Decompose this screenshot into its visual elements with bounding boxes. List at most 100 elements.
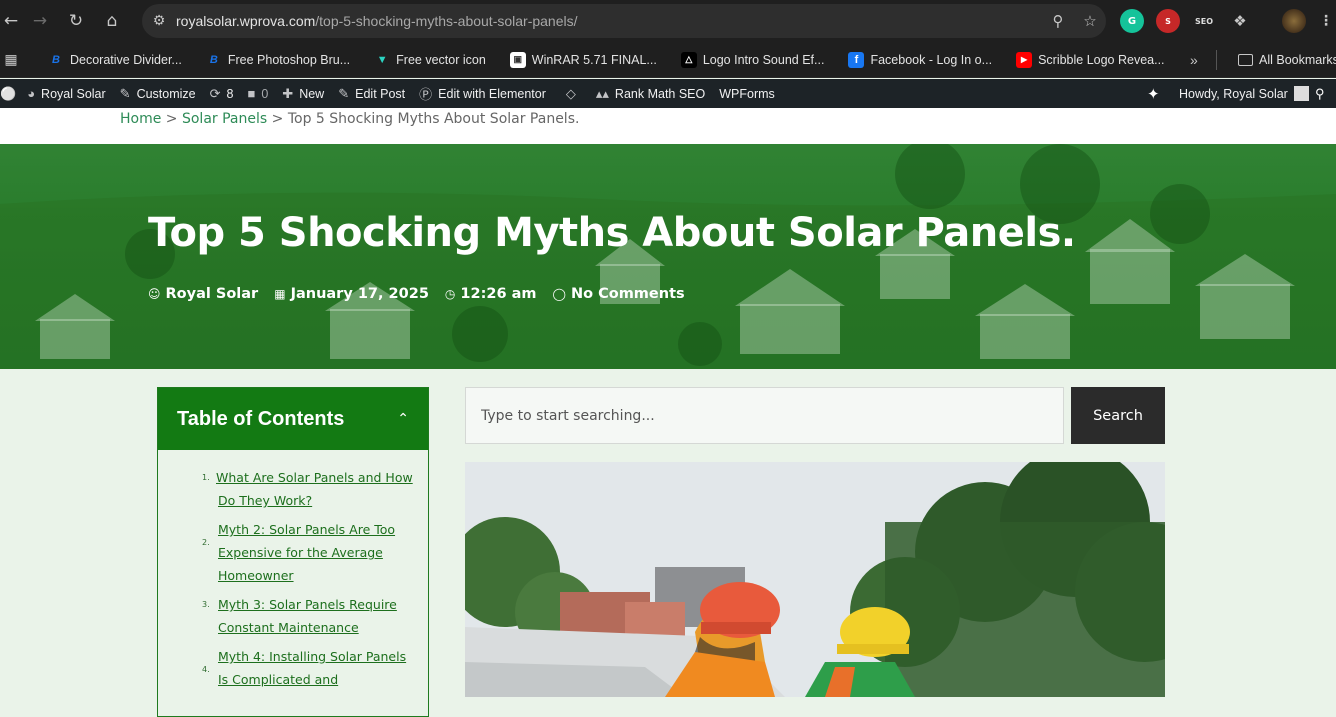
chevron-up-icon[interactable]: ⌃ <box>397 411 409 427</box>
post-meta: ☺ Royal Solar ▦ January 17, 2025 ◷ 12:26 am… <box>148 286 701 302</box>
wp-admin-bar: ⚪ ◕ Royal Solar ✎ Customize ⟳ 8 ■ 0 ✚ New ✎ Ed… <box>0 79 1336 108</box>
zoom-icon[interactable]: ⚲ <box>1042 12 1074 30</box>
user-avatar <box>1293 86 1309 101</box>
updates-icon: ⟳ <box>209 85 221 101</box>
comment-icon: ◯ <box>552 287 566 301</box>
bookmark-item[interactable]: ▶ Scribble Logo Revea... <box>1016 51 1165 68</box>
home-icon[interactable]: ⌂ <box>94 3 130 39</box>
breadcrumb-category[interactable]: Solar Panels <box>182 111 267 127</box>
toc-item: 1. What Are Solar Panels and How Do They … <box>202 470 413 508</box>
star-icon[interactable]: ☆ <box>1074 12 1106 30</box>
admin-howdy[interactable]: Howdy, Royal Solar <box>1172 79 1316 108</box>
toc-link[interactable]: Myth 2: Solar Panels Are Too Expensive f… <box>218 522 395 583</box>
featured-image <box>465 462 1165 697</box>
breadcrumb-separator: > <box>271 111 284 127</box>
bookmark-item[interactable]: ▣ WinRAR 5.71 FINAL... <box>509 51 657 68</box>
admin-wpforms[interactable]: WPForms <box>712 79 782 108</box>
back-icon[interactable]: ← <box>0 3 22 39</box>
youtube-icon: ▶ <box>1016 51 1033 68</box>
comment-icon: ■ <box>247 86 256 101</box>
url-text[interactable]: royalsolar.wprova.com/top-5-shocking-myt… <box>176 13 1042 29</box>
more-bookmarks-icon[interactable]: » <box>1190 52 1198 68</box>
post-author[interactable]: ☺ Royal Solar <box>148 286 258 302</box>
pencil-icon: ✎ <box>338 85 350 101</box>
site-settings-icon[interactable]: ⚙ <box>142 13 176 29</box>
admin-elementor[interactable]: Ⓟ Edit with Elementor <box>412 79 553 108</box>
bookmark-label: Decorative Divider... <box>70 52 182 67</box>
admin-site-name[interactable]: ◕ Royal Solar <box>20 79 112 108</box>
post-title: Top 5 Shocking Myths About Solar Panels. <box>148 210 1076 256</box>
bookmark-item[interactable]: B Free Photoshop Bru... <box>206 52 350 68</box>
all-bookmarks-label: All Bookmarks <box>1259 52 1336 67</box>
breadcrumb-separator: > <box>165 111 178 127</box>
admin-search-icon[interactable]: ⚲ <box>1308 79 1336 108</box>
bookmark-label: Logo Intro Sound Ef... <box>702 52 825 67</box>
clock-icon: ◷ <box>444 287 456 301</box>
folder-icon <box>1238 53 1253 66</box>
search-input[interactable] <box>465 387 1064 444</box>
bookmark-item[interactable]: △ Logo Intro Sound Ef... <box>680 51 825 68</box>
diamond-icon[interactable]: ◇ <box>553 79 589 108</box>
wordpress-logo-icon[interactable]: ⚪ <box>0 79 20 108</box>
bookmark-label: WinRAR 5.71 FINAL... <box>531 52 657 67</box>
breadcrumb-bar: Home > Solar Panels > Top 5 Shocking Myt… <box>0 108 1336 144</box>
post-date[interactable]: ▦ January 17, 2025 <box>274 286 429 302</box>
search-button[interactable]: Search <box>1071 387 1165 444</box>
admin-updates[interactable]: ⟳ 8 <box>203 79 241 108</box>
apps-grid-icon[interactable]: ▦ <box>0 51 22 68</box>
winrar-icon: ▣ <box>509 51 526 68</box>
elementor-icon: Ⓟ <box>419 87 433 102</box>
facebook-icon: f <box>848 51 865 68</box>
seo-text-icon[interactable]: SEO <box>1192 9 1216 33</box>
toc-item: 4. Myth 4: Installing Solar Panels Is Com… <box>202 649 407 687</box>
table-of-contents: Table of Contents ⌃ 1. What Are Solar Pan… <box>157 387 429 717</box>
grammarly-icon[interactable]: G <box>1120 9 1144 33</box>
solar-workers-photo <box>465 462 1165 697</box>
rank-math-icon: ▴▴ <box>595 85 609 101</box>
b-icon: B <box>52 53 60 66</box>
bookmark-label: Free vector icon <box>396 52 486 67</box>
toc-link[interactable]: Myth 4: Installing Solar Panels Is Compl… <box>218 649 406 687</box>
toc-list: 1. What Are Solar Panels and How Do They … <box>158 450 428 691</box>
admin-customize[interactable]: ✎ Customize <box>113 79 203 108</box>
menu-icon[interactable]: ⋮ <box>1314 9 1336 33</box>
toc-title: Table of Contents <box>177 407 345 430</box>
hero-background-image <box>0 144 1336 369</box>
vector-icon: ▼ <box>376 53 388 66</box>
admin-rank-math[interactable]: ▴▴ Rank Math SEO <box>589 79 712 108</box>
bookmark-label: Free Photoshop Bru... <box>227 52 351 67</box>
profile-avatar-icon[interactable] <box>1282 9 1306 33</box>
admin-comments[interactable]: ■ 0 <box>240 79 275 108</box>
toc-item: 3. Myth 3: Solar Panels Require Constant … <box>202 597 397 635</box>
bookmark-label: Facebook - Log In o... <box>870 52 993 67</box>
admin-edit-post[interactable]: ✎ Edit Post <box>331 79 412 108</box>
bookmark-item[interactable]: ▼ Free vector icon <box>374 52 486 68</box>
seo-extension-icon[interactable]: S <box>1156 9 1180 33</box>
user-icon: ☺ <box>148 287 161 301</box>
toc-item: 2. Myth 2: Solar Panels Are Too Expensive… <box>202 522 396 583</box>
b-icon: B <box>209 53 218 66</box>
post-comments[interactable]: ◯ No Comments <box>553 286 685 302</box>
toc-link[interactable]: Myth 3: Solar Panels Require Constant Ma… <box>218 597 397 635</box>
reload-icon[interactable]: ↻ <box>58 3 94 39</box>
plus-icon: ✚ <box>282 85 294 101</box>
triangle-icon: △ <box>680 51 697 68</box>
breadcrumb-home[interactable]: Home <box>120 111 161 127</box>
breadcrumb: Home > Solar Panels > Top 5 Shocking Myt… <box>120 111 579 127</box>
bookmark-item[interactable]: f Facebook - Log In o... <box>848 51 993 68</box>
brush-icon: ✎ <box>119 85 131 101</box>
all-bookmarks[interactable]: All Bookmarks <box>1238 53 1336 67</box>
sparkle-icon[interactable]: ✦ <box>1140 79 1173 108</box>
dashboard-icon: ◕ <box>27 86 36 101</box>
browser-toolbar: ← → ↻ ⌂ ⚙ royalsolar.wprova.com/top-5-sh… <box>0 0 1336 42</box>
address-bar[interactable]: ⚙ royalsolar.wprova.com/top-5-shocking-m… <box>142 4 1106 38</box>
bookmark-item[interactable]: B Decorative Divider... <box>48 52 182 68</box>
forward-icon[interactable]: → <box>22 3 58 39</box>
bookmark-label: Scribble Logo Revea... <box>1038 52 1165 67</box>
toc-link[interactable]: What Are Solar Panels and How Do They Wo… <box>216 470 413 508</box>
post-time: ◷ 12:26 am <box>444 286 537 302</box>
toc-header[interactable]: Table of Contents ⌃ <box>158 388 428 450</box>
extensions-icon[interactable]: ❖ <box>1228 9 1252 33</box>
admin-new[interactable]: ✚ New <box>275 79 331 108</box>
bookmarks-divider <box>1216 50 1217 70</box>
